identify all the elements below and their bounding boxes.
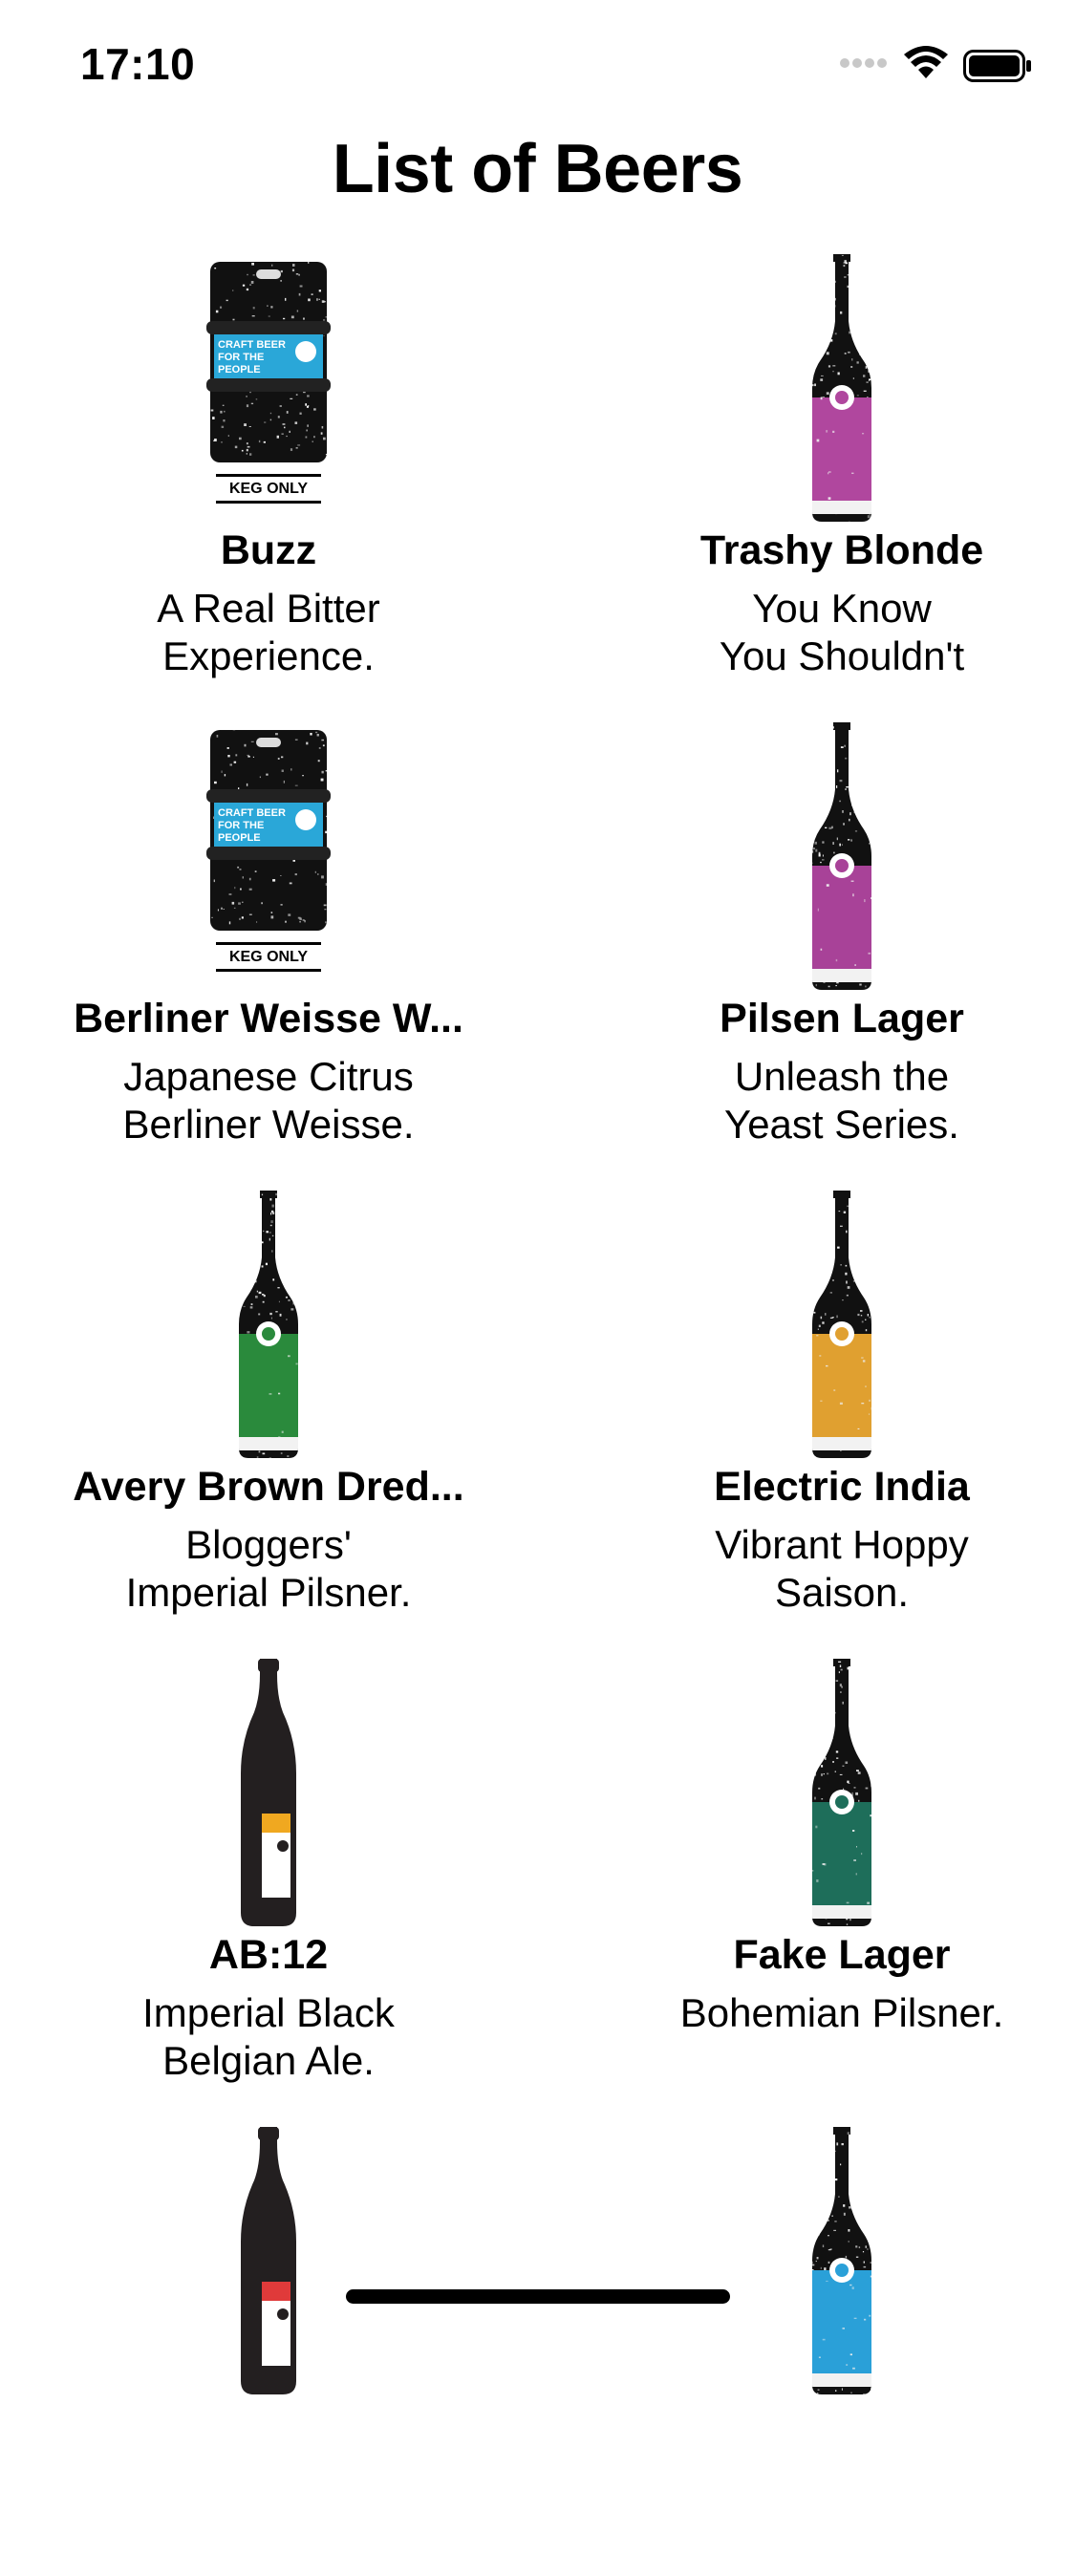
beer-name: Fake Lager [602,1932,1075,1979]
page-title: List of Beers [0,130,1075,208]
beer-tagline: A Real Bitter Experience. [38,585,499,680]
beer-card[interactable]: Fake Lager Bohemian Pilsner. [573,1655,1075,2108]
bottle-image [206,2127,331,2399]
bottle-image [780,2127,904,2399]
home-indicator[interactable] [346,2289,730,2304]
svg-text:FOR THE: FOR THE [218,352,264,363]
beer-name: Berliner Weisse W... [29,996,508,1042]
beer-tagline: Bohemian Pilsner. [612,1989,1072,2037]
beer-card[interactable]: CRAFT BEER FOR THE PEOPLE KEG ONLY Berli… [0,719,537,1171]
wifi-icon [903,46,949,85]
svg-text:KEG ONLY: KEG ONLY [229,949,308,965]
status-time: 17:10 [80,38,195,90]
beer-card[interactable] [573,2123,1075,2576]
beer-tagline: Imperial Black Belgian Ale. [38,1989,499,2085]
signal-icon [839,55,892,75]
beer-card[interactable]: Electric India Vibrant Hoppy Saison. [573,1187,1075,1640]
svg-text:PEOPLE: PEOPLE [218,832,261,844]
beer-name: Trashy Blonde [602,527,1075,574]
svg-text:PEOPLE: PEOPLE [218,364,261,376]
svg-text:FOR THE: FOR THE [218,820,264,831]
svg-text:CRAFT BEER: CRAFT BEER [218,807,286,819]
bottle-image [206,1191,331,1463]
beer-tagline: Vibrant Hoppy Saison. [612,1521,1072,1617]
beer-card[interactable]: AB:12 Imperial Black Belgian Ale. [0,1655,537,2108]
beer-card[interactable]: Avery Brown Dred... Bloggers' Imperial Pi… [0,1187,537,1640]
beer-name: Buzz [29,527,508,574]
battery-icon [963,50,1032,87]
beer-name: Avery Brown Dred... [29,1464,508,1511]
beer-tagline: Bloggers' Imperial Pilsner. [38,1521,499,1617]
beer-tagline: Japanese Citrus Berliner Weisse. [38,1053,499,1148]
beer-card[interactable]: Pilsen Lager Unleash the Yeast Series. [573,719,1075,1171]
bottle-image [780,1659,904,1931]
beer-card[interactable]: Trashy Blonde You Know You Shouldn't [573,250,1075,703]
beer-name: AB:12 [29,1932,508,1979]
beer-tagline: Unleash the Yeast Series. [612,1053,1072,1148]
svg-text:KEG ONLY: KEG ONLY [229,481,308,497]
keg-image: CRAFT BEER FOR THE PEOPLE KEG ONLY [206,254,331,526]
keg-image: CRAFT BEER FOR THE PEOPLE KEG ONLY [206,722,331,995]
bottle-image [780,722,904,995]
status-bar: 17:10 [0,0,1075,126]
beer-name: Pilsen Lager [602,996,1075,1042]
bottle-image [780,1191,904,1463]
svg-text:CRAFT BEER: CRAFT BEER [218,339,286,351]
bottle-image [206,1659,331,1931]
beer-tagline: You Know You Shouldn't [612,585,1072,680]
bottle-image [780,254,904,526]
beer-card[interactable]: CRAFT BEER FOR THE PEOPLE KEG ONLY Buzz A… [0,250,537,703]
beer-card[interactable] [0,2123,537,2576]
beer-name: Electric India [602,1464,1075,1511]
